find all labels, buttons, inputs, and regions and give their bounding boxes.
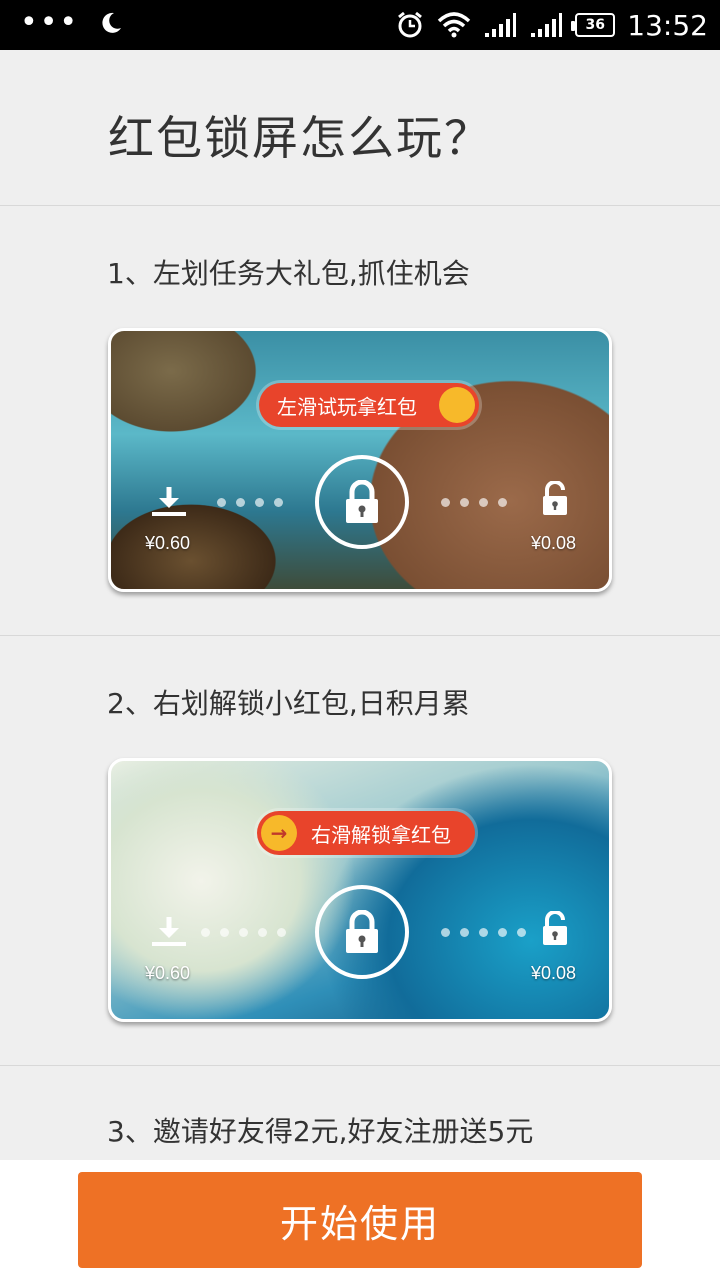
left-reward-value: ¥0.60	[145, 533, 191, 553]
battery-level: 36	[585, 17, 606, 33]
start-button[interactable]: 开始使用	[78, 1172, 642, 1268]
lock-button[interactable]	[315, 885, 409, 979]
step-1-label: 1、左划任务大礼包,抓住机会	[107, 257, 470, 290]
alarm-icon	[398, 11, 423, 38]
page-title: 红包锁屏怎么玩？	[108, 111, 492, 165]
right-dots	[441, 928, 526, 937]
swipe-right-pill: → 右滑解锁拿红包	[257, 811, 475, 855]
swipe-right-pill-text: 右滑解锁拿红包	[311, 822, 451, 847]
battery-icon: 36	[571, 13, 616, 37]
right-reward-value: ¥0.08	[531, 963, 577, 983]
wifi-icon	[438, 12, 471, 38]
moon-icon	[102, 12, 122, 33]
download-icon	[152, 917, 186, 946]
lock-button[interactable]	[315, 455, 409, 549]
step-2-section: 2、右划解锁小红包,日积月累 → 右滑解锁拿红包 ¥0.60 ¥0.08	[0, 636, 720, 1066]
unlock-icon	[543, 481, 567, 515]
step-2-label: 2、右划解锁小红包,日积月累	[107, 687, 470, 720]
right-dots	[441, 498, 507, 507]
bottom-bar: 开始使用	[0, 1160, 720, 1280]
step-2-preview-card: → 右滑解锁拿红包 ¥0.60 ¥0.08	[108, 758, 612, 1022]
swipe-left-pill-text: 左滑试玩拿红包	[277, 394, 417, 419]
signal-icon	[531, 13, 563, 37]
pill-knob-icon	[439, 387, 475, 423]
step-3-section: 3、邀请好友得2元,好友注册送5元	[0, 1066, 720, 1160]
lock-icon	[346, 910, 378, 953]
right-reward-value: ¥0.08	[531, 533, 577, 553]
step-3-label: 3、邀请好友得2元,好友注册送5元	[107, 1115, 534, 1148]
status-time: 13:52	[627, 8, 708, 42]
left-dots	[217, 498, 283, 507]
step-1-preview-card: 左滑试玩拿红包 ¥0.60 ¥0.08	[108, 328, 612, 592]
more-dots-icon: •••	[20, 5, 80, 40]
download-icon	[152, 487, 186, 516]
step-1-section: 1、左划任务大礼包,抓住机会 左滑试玩拿红包 ¥0.60 ¥0.08	[0, 206, 720, 636]
page-header: 红包锁屏怎么玩？	[0, 50, 720, 206]
left-dots	[201, 928, 286, 937]
lock-icon	[346, 480, 378, 523]
signal-icon	[485, 13, 517, 37]
unlock-icon	[543, 911, 567, 945]
left-reward-value: ¥0.60	[145, 963, 191, 983]
status-bar: ••• 36 13:52	[0, 0, 720, 50]
arrow-right-icon: →	[261, 815, 297, 851]
swipe-left-pill: 左滑试玩拿红包	[259, 383, 479, 427]
